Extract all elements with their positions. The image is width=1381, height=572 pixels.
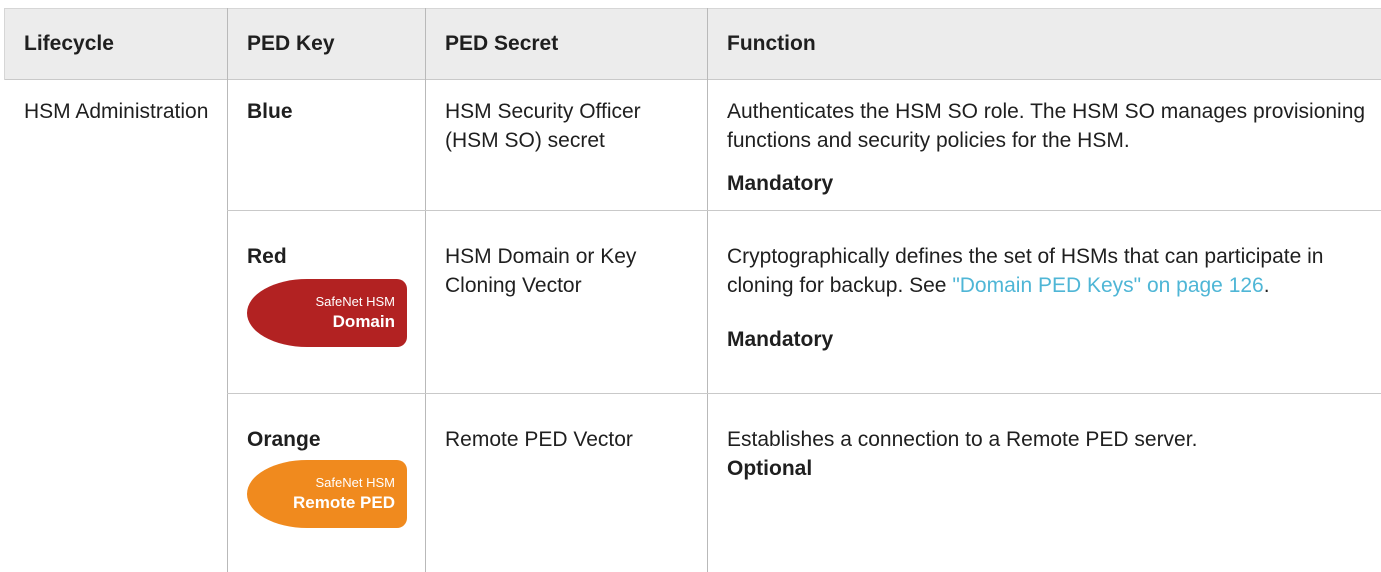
domain-ped-keys-link[interactable]: "Domain PED Keys" on page 126 — [952, 274, 1263, 297]
table-header-row — [4, 8, 1381, 80]
column-divider — [227, 8, 228, 572]
row-divider — [227, 393, 1381, 394]
secret-orange: Remote PED Vector — [445, 428, 633, 451]
tag-key-label: Remote PED — [292, 493, 395, 512]
secret-red: HSM Domain or Key Cloning Vector — [445, 245, 637, 297]
tag-brand-text: SafeNet HSM — [315, 294, 395, 309]
key-name-blue: Blue — [247, 100, 293, 123]
secret-blue: HSM Security Officer (HSM SO) secret — [445, 100, 641, 152]
ped-key-table: Lifecycle PED Key PED Secret Function HS… — [0, 0, 1381, 572]
tag-key-label: Domain — [332, 312, 395, 331]
lifecycle-cell: HSM Administration — [24, 100, 209, 123]
header-ped-secret: PED Secret — [445, 32, 559, 55]
function-blue: Authenticates the HSM SO role. The HSM S… — [727, 100, 1366, 152]
domain-key-tag: SafeNet HSM Domain — [247, 279, 407, 347]
column-divider — [425, 8, 426, 572]
requirement-orange: Optional — [727, 457, 813, 480]
function-red-suffix: . — [1263, 274, 1270, 297]
header-lifecycle: Lifecycle — [24, 32, 114, 55]
requirement-red: Mandatory — [727, 328, 834, 351]
row-divider — [227, 210, 1381, 211]
key-name-red: Red — [247, 245, 287, 268]
requirement-blue: Mandatory — [727, 172, 834, 195]
header-function: Function — [727, 32, 816, 55]
header-ped-key: PED Key — [247, 32, 335, 55]
remote-ped-key-tag: SafeNet HSM Remote PED — [247, 460, 407, 528]
key-name-orange: Orange — [247, 428, 321, 451]
function-red: Cryptographically defines the set of HSM… — [727, 242, 1367, 300]
column-divider — [4, 8, 5, 80]
tag-brand-text: SafeNet HSM — [315, 475, 395, 490]
column-divider — [707, 8, 708, 572]
function-orange: Establishes a connection to a Remote PED… — [727, 428, 1198, 451]
